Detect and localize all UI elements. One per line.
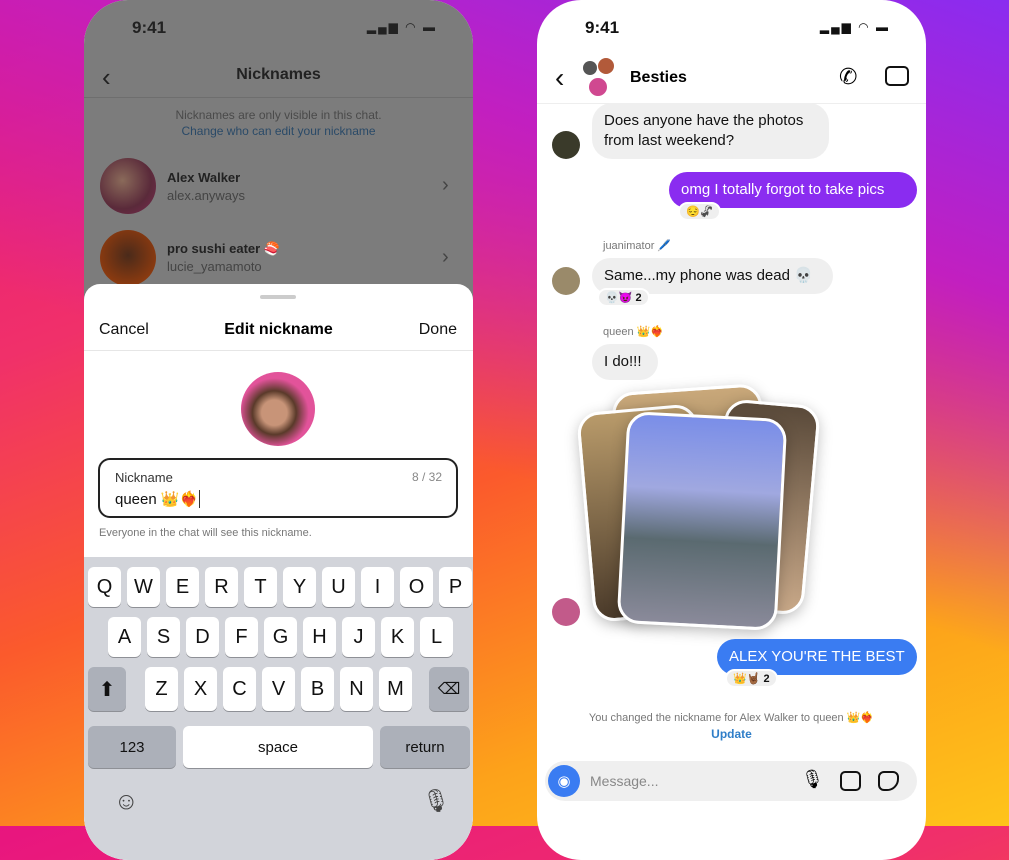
- key-t[interactable]: T: [244, 567, 277, 607]
- return-key[interactable]: return: [380, 726, 470, 768]
- gallery-icon[interactable]: [840, 771, 861, 791]
- avatar: [552, 267, 580, 295]
- numbers-key[interactable]: 123: [88, 726, 176, 768]
- chat-title[interactable]: Besties: [630, 69, 687, 87]
- reactions[interactable]: 💀😈 2: [597, 288, 650, 307]
- status-icons: ▂▄▆ ◠ ▬: [366, 20, 437, 34]
- message-bubble: I do!!!: [592, 344, 658, 380]
- key-s[interactable]: S: [147, 617, 180, 657]
- reactions[interactable]: 😔🦨: [678, 202, 722, 221]
- nav-title: Nicknames: [236, 66, 321, 83]
- edit-nickname-sheet: Cancel Edit nickname Done Nickname 8 / 3…: [84, 284, 473, 860]
- key-g[interactable]: G: [264, 617, 297, 657]
- key-n[interactable]: N: [340, 667, 373, 711]
- member-username: alex.anyways: [167, 188, 246, 203]
- keyboard: ⬆ ⌫ 123 space return ☺ 🎙 QWERTYUIOP ASDFG…: [84, 557, 473, 860]
- nickname-avatar: [241, 372, 315, 446]
- space-key[interactable]: space: [183, 726, 373, 768]
- key-a[interactable]: A: [108, 617, 141, 657]
- avatar: [100, 230, 156, 286]
- nicknames-phone: 9:41 ▂▄▆ ◠ ▬ ‹ Nicknames Nicknames are o…: [84, 0, 473, 860]
- key-f[interactable]: F: [225, 617, 258, 657]
- chat-phone: 9:41 ▂▄▆ ◠ ▬ ‹ Besties ✆ Does anyone hav…: [537, 0, 926, 860]
- status-time: 9:41: [132, 18, 167, 37]
- phone-call-icon[interactable]: ✆: [839, 64, 857, 90]
- avatar: [552, 131, 580, 159]
- key-i[interactable]: I: [361, 567, 394, 607]
- chevron-right-icon: ›: [442, 246, 449, 268]
- key-w[interactable]: W: [127, 567, 160, 607]
- back-icon[interactable]: ‹: [555, 62, 564, 94]
- drag-handle[interactable]: [260, 295, 296, 299]
- sheet-title: Edit nickname: [224, 321, 333, 338]
- key-o[interactable]: O: [400, 567, 433, 607]
- member-username: lucie_yamamoto: [167, 259, 262, 274]
- key-l[interactable]: L: [420, 617, 453, 657]
- message-bubble: Does anyone have the photos from last we…: [592, 103, 829, 159]
- video-call-icon[interactable]: [885, 66, 909, 86]
- dimmed-nicknames-screen: 9:41 ▂▄▆ ◠ ▬ ‹ Nicknames Nicknames are o…: [84, 0, 473, 300]
- info-text: Nicknames are only visible in this chat.: [175, 108, 382, 122]
- change-editor-link[interactable]: Change who can edit your nickname: [84, 124, 473, 138]
- dictation-mic-icon[interactable]: 🎙: [422, 788, 450, 814]
- key-j[interactable]: J: [342, 617, 375, 657]
- key-r[interactable]: R: [205, 567, 238, 607]
- done-button[interactable]: Done: [419, 321, 457, 339]
- update-link[interactable]: Update: [537, 727, 926, 741]
- camera-icon[interactable]: ◉: [548, 765, 580, 797]
- status-icons: ▂▄▆ ◠ ▬: [819, 20, 890, 34]
- key-y[interactable]: Y: [283, 567, 316, 607]
- microphone-icon[interactable]: 🎙: [801, 769, 824, 790]
- key-m[interactable]: M: [379, 667, 412, 711]
- member-name: Alex Walker: [167, 170, 241, 185]
- key-z[interactable]: Z: [145, 667, 178, 711]
- sticker-icon[interactable]: [878, 771, 899, 791]
- avatar: [100, 158, 156, 214]
- key-e[interactable]: E: [166, 567, 199, 607]
- field-label: Nickname: [115, 470, 173, 485]
- sender-name: queen 👑❤️‍🔥: [603, 326, 665, 338]
- system-message: You changed the nickname for Alex Walker…: [588, 712, 875, 724]
- key-q[interactable]: Q: [88, 567, 121, 607]
- key-k[interactable]: K: [381, 617, 414, 657]
- sender-name: juanimator 🖊️: [603, 240, 672, 252]
- nickname-input[interactable]: Nickname 8 / 32 queen 👑❤️‍🔥: [98, 458, 458, 518]
- key-x[interactable]: X: [184, 667, 217, 711]
- shift-key[interactable]: ⬆: [88, 667, 126, 711]
- reactions[interactable]: 👑🤘🏾 2: [725, 669, 778, 688]
- key-v[interactable]: V: [262, 667, 295, 711]
- char-counter: 8 / 32: [411, 470, 442, 484]
- helper-text: Everyone in the chat will see this nickn…: [99, 527, 312, 539]
- chevron-right-icon: ›: [442, 174, 449, 196]
- emoji-icon[interactable]: ☺: [114, 788, 139, 816]
- key-h[interactable]: H: [303, 617, 336, 657]
- divider: [84, 97, 473, 98]
- divider: [84, 350, 473, 351]
- field-value: queen 👑❤️‍🔥: [115, 490, 201, 508]
- key-b[interactable]: B: [301, 667, 334, 711]
- key-u[interactable]: U: [322, 567, 355, 607]
- status-time: 9:41: [585, 18, 620, 37]
- backspace-key[interactable]: ⌫: [429, 667, 469, 711]
- photo[interactable]: [616, 410, 788, 632]
- key-d[interactable]: D: [186, 617, 219, 657]
- avatar: [552, 598, 580, 626]
- message-input[interactable]: Message...: [590, 773, 658, 789]
- key-p[interactable]: P: [439, 567, 472, 607]
- key-c[interactable]: C: [223, 667, 256, 711]
- composer: ◉ Message... 🎙: [545, 761, 917, 801]
- member-name: pro sushi eater 🍣: [167, 241, 280, 256]
